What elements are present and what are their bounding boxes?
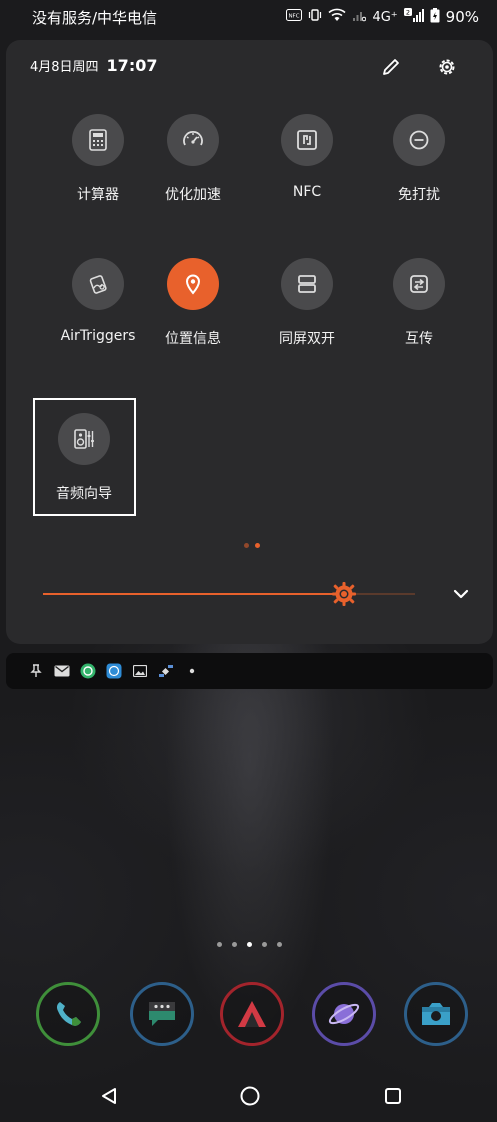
tile-label: NFC (292, 184, 322, 200)
gallery-icon (132, 663, 148, 679)
camera-app-icon[interactable] (404, 982, 468, 1046)
tile-label: 计算器 (77, 187, 119, 203)
page-indicator (244, 543, 260, 548)
home-page-dot (262, 942, 267, 947)
vibrate-icon (308, 9, 322, 25)
edit-button[interactable] (380, 56, 402, 78)
tile-nfc[interactable]: NFC (251, 114, 363, 200)
tile-label: 同屏双开 (279, 331, 335, 347)
camera-icon (422, 1003, 450, 1025)
recents-button[interactable] (379, 1082, 407, 1110)
tile-location[interactable]: 位置信息 (137, 258, 249, 348)
home-button[interactable] (236, 1082, 264, 1110)
home-circle-icon (240, 1086, 260, 1106)
brightness-thumb[interactable] (331, 581, 357, 607)
tile-circle[interactable] (281, 258, 333, 310)
browser-app-icon[interactable] (312, 982, 376, 1046)
speedometer-icon (183, 131, 203, 146)
planet-icon (328, 1003, 360, 1025)
signal-1-icon (352, 8, 367, 26)
tile-speed-boost[interactable]: 优化加速 (137, 114, 249, 204)
tile-label: 互传 (405, 331, 433, 347)
panel-header: 4月8日周四 17:07 (30, 56, 157, 75)
tile-label: 免打扰 (398, 187, 440, 203)
transfer-icon (410, 275, 428, 293)
rog-logo-icon (238, 1001, 266, 1027)
home-page-dot (277, 942, 282, 947)
back-button[interactable] (95, 1082, 123, 1110)
more-notifications-dot (184, 663, 200, 679)
wifi-icon (328, 8, 346, 26)
home-page-indicator (217, 942, 282, 947)
clock-text: 17:07 (106, 56, 158, 75)
tile-label: 优化加速 (165, 187, 221, 203)
battery-percent: 90% (445, 8, 479, 26)
tile-circle[interactable] (167, 258, 219, 310)
nfc-status-icon: NFC (286, 9, 303, 25)
phone-screen: 没有服务/中华电信 NFC 4G⁺ 2 90% 4月8日周四 17:07 计算器… (0, 0, 497, 1122)
tile-do-not-disturb[interactable]: 免打扰 (363, 114, 475, 204)
tile-circle[interactable] (72, 114, 124, 166)
collapse-panel-button[interactable] (450, 583, 472, 605)
brightness-slider[interactable] (43, 593, 415, 595)
svg-text:NFC: NFC (289, 14, 300, 20)
page-dot-active (255, 543, 260, 548)
gear-icon (439, 59, 455, 75)
tile-split-screen[interactable]: 同屏双开 (251, 258, 363, 348)
carrier-text: 没有服务/中华电信 (32, 8, 158, 27)
mail-icon (54, 663, 70, 679)
app-dock (0, 982, 497, 1052)
tile-transfer[interactable]: 互传 (363, 258, 475, 348)
home-page-dot (217, 942, 222, 947)
tile-circle[interactable] (393, 258, 445, 310)
status-icons: NFC 4G⁺ 2 90% (286, 7, 479, 27)
home-page-dot-active (247, 942, 252, 947)
tile-circle[interactable] (72, 258, 124, 310)
svg-text:2: 2 (406, 9, 410, 17)
tile-label: AirTriggers (60, 328, 136, 344)
tile-circle[interactable] (167, 114, 219, 166)
pencil-icon (383, 59, 399, 75)
split-screen-icon (298, 275, 316, 293)
tile-circle[interactable] (393, 114, 445, 166)
signal-2-icon: 2 (403, 8, 424, 26)
navigation-bar (0, 1070, 497, 1122)
phone-icon (56, 1002, 81, 1026)
home-page-dot (232, 942, 237, 947)
brightness-fill (43, 593, 344, 595)
location-pin-icon (185, 274, 201, 295)
recents-square-icon (385, 1088, 401, 1104)
phone-app-icon[interactable] (36, 982, 100, 1046)
quick-settings-panel: 4月8日周四 17:07 计算器 优化加速 NFC 免打扰 AirTrigger… (6, 40, 493, 644)
pin-icon (28, 663, 44, 679)
calculator-icon (89, 129, 107, 151)
nfc-icon (297, 130, 317, 150)
rog-app-icon[interactable] (220, 982, 284, 1046)
date-text: 4月8日周四 (30, 60, 99, 75)
page-dot (244, 543, 249, 548)
messages-app-icon[interactable] (130, 982, 194, 1046)
notification-icon-strip[interactable] (6, 653, 493, 689)
tile-circle[interactable] (281, 114, 333, 166)
settings-button[interactable] (436, 56, 458, 78)
do-not-disturb-icon (409, 130, 429, 150)
message-bubble-icon (149, 1002, 175, 1026)
airtriggers-icon (89, 275, 107, 294)
selection-highlight-box (33, 398, 136, 516)
blue-app-icon (106, 663, 122, 679)
chevron-down-icon (453, 589, 469, 599)
back-triangle-icon (102, 1088, 116, 1104)
satellite-icon (158, 663, 174, 679)
status-bar: 没有服务/中华电信 NFC 4G⁺ 2 90% (0, 0, 497, 34)
green-app-icon (80, 663, 96, 679)
tile-label: 位置信息 (165, 331, 221, 347)
brightness-sun-icon (332, 582, 356, 606)
network-type-text: 4G⁺ (372, 9, 398, 25)
battery-icon (430, 7, 440, 27)
